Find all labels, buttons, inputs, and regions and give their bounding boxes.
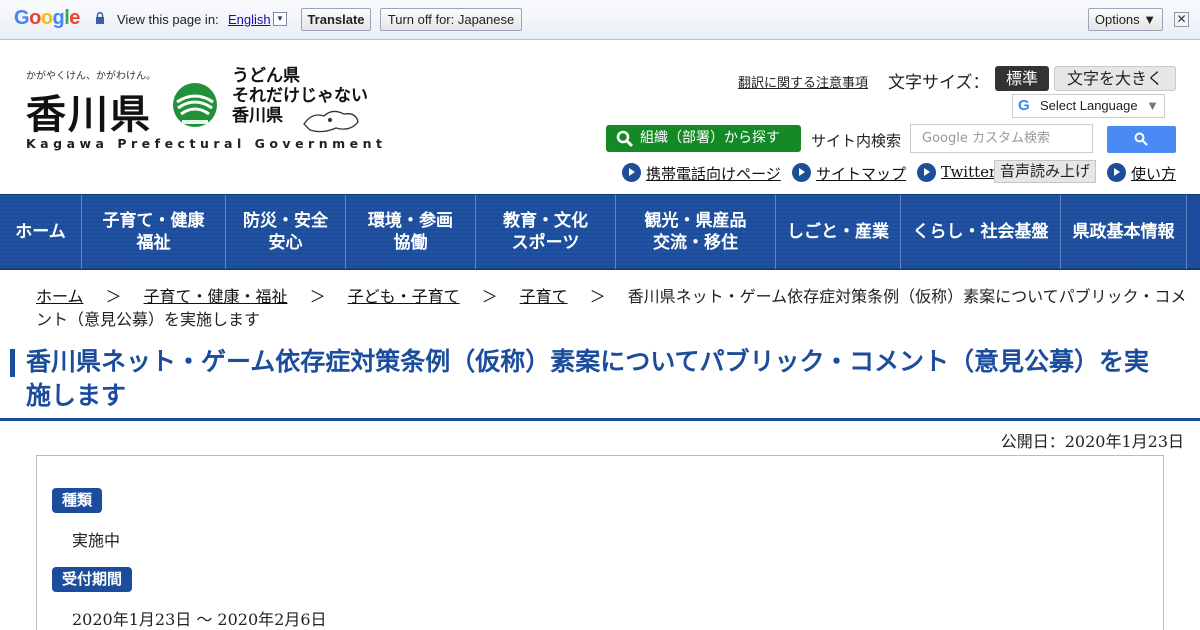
- section-value-type: 実施中: [72, 531, 121, 550]
- arrow-right-icon: [622, 163, 641, 182]
- breadcrumb-childcare-health[interactable]: 子育て・健康・福祉: [144, 287, 288, 306]
- font-size-label: 文字サイズ：: [888, 73, 990, 93]
- nav-education-culture[interactable]: 教育・文化 スポーツ: [476, 195, 616, 269]
- sitemap-link[interactable]: サイトマップ: [816, 163, 906, 184]
- voice-read-button[interactable]: 音声読み上げ: [994, 160, 1096, 183]
- title-accent-bar: [10, 349, 15, 377]
- turn-off-button[interactable]: Turn off for: Japanese: [380, 8, 522, 31]
- section-label-type: 種類: [52, 488, 103, 513]
- nav-home[interactable]: ホーム: [0, 195, 82, 269]
- title-divider: [0, 418, 1200, 421]
- nav-living[interactable]: くらし・社会基盤: [901, 195, 1061, 269]
- breadcrumb-children[interactable]: 子ども・子育て: [348, 287, 460, 306]
- logo-english: Kagawa Prefectural Government: [26, 136, 387, 151]
- font-standard-button[interactable]: 標準: [995, 66, 1049, 91]
- org-search-button[interactable]: 組織（部署）から探す: [606, 125, 801, 152]
- nav-work-industry[interactable]: しごと・産業: [776, 195, 901, 269]
- content-box: [36, 455, 1164, 630]
- search-icon: [1134, 132, 1148, 146]
- breadcrumb-parenting[interactable]: 子育て: [520, 287, 568, 306]
- translate-bar: Google View this page in: English ▼ Tran…: [0, 0, 1200, 40]
- section-value-period: 2020年1月23日 ～ 2020年2月6日: [72, 610, 327, 629]
- language-select[interactable]: English: [228, 12, 271, 27]
- section-label-period: 受付期間: [52, 567, 133, 592]
- options-button[interactable]: Options ▼: [1088, 8, 1163, 31]
- breadcrumb-home[interactable]: ホーム: [36, 287, 84, 306]
- nav-prefecture-info[interactable]: 県政基本情報: [1061, 195, 1187, 269]
- global-nav: ホーム 子育て・健康 福祉 防災・安全 安心 環境・参画 協働 教育・文化 スポ…: [0, 194, 1200, 270]
- select-language-dropdown[interactable]: G Select Language ▼: [1012, 94, 1165, 118]
- breadcrumb: ホーム＞子育て・健康・福祉＞子ども・子育て＞子育て＞香川県ネット・ゲーム依存症対…: [36, 287, 1187, 329]
- search-icon: [616, 130, 634, 148]
- nav-environment[interactable]: 環境・参画 協働: [346, 195, 476, 269]
- twitter-link[interactable]: Twitter: [941, 163, 996, 181]
- chevron-down-icon[interactable]: ▼: [273, 12, 287, 26]
- close-icon[interactable]: ✕: [1174, 12, 1189, 27]
- nav-disaster-safety[interactable]: 防災・安全 安心: [226, 195, 346, 269]
- translate-button[interactable]: Translate: [301, 8, 371, 31]
- font-large-button[interactable]: 文字を大きく: [1054, 66, 1176, 91]
- arrow-right-icon: [1107, 163, 1126, 182]
- site-logo[interactable]: 香川県: [26, 82, 152, 140]
- search-button[interactable]: [1107, 126, 1176, 153]
- lock-icon: [96, 12, 104, 24]
- tagline: かがやくけん、かがわけん。: [26, 71, 156, 82]
- google-g-icon: G: [1018, 97, 1030, 114]
- nav-childcare-health[interactable]: 子育て・健康 福祉: [82, 195, 226, 269]
- howto-link[interactable]: 使い方: [1131, 163, 1176, 184]
- udon-bowl-icon: [173, 83, 217, 127]
- translation-notice-link[interactable]: 翻訳に関する注意事項: [738, 72, 868, 91]
- published-date: 公開日：2020年1月23日: [1000, 432, 1184, 451]
- nav-tourism[interactable]: 観光・県産品 交流・移住: [616, 195, 776, 269]
- arrow-right-icon: [917, 163, 936, 182]
- google-logo: Google: [14, 7, 80, 29]
- view-page-text: View this page in:: [117, 12, 219, 27]
- arrow-right-icon: [792, 163, 811, 182]
- site-search-label: サイト内検索: [811, 132, 902, 150]
- page-title: 香川県ネット・ゲーム依存症対策条例（仮称）素案についてパブリック・コメント（意見…: [26, 347, 1150, 410]
- kagawa-map-icon: [303, 110, 359, 133]
- mobile-page-link[interactable]: 携帯電話向けページ: [646, 163, 781, 184]
- chevron-down-icon: ▼: [1146, 98, 1159, 113]
- search-input[interactable]: Google カスタム検索: [910, 124, 1093, 153]
